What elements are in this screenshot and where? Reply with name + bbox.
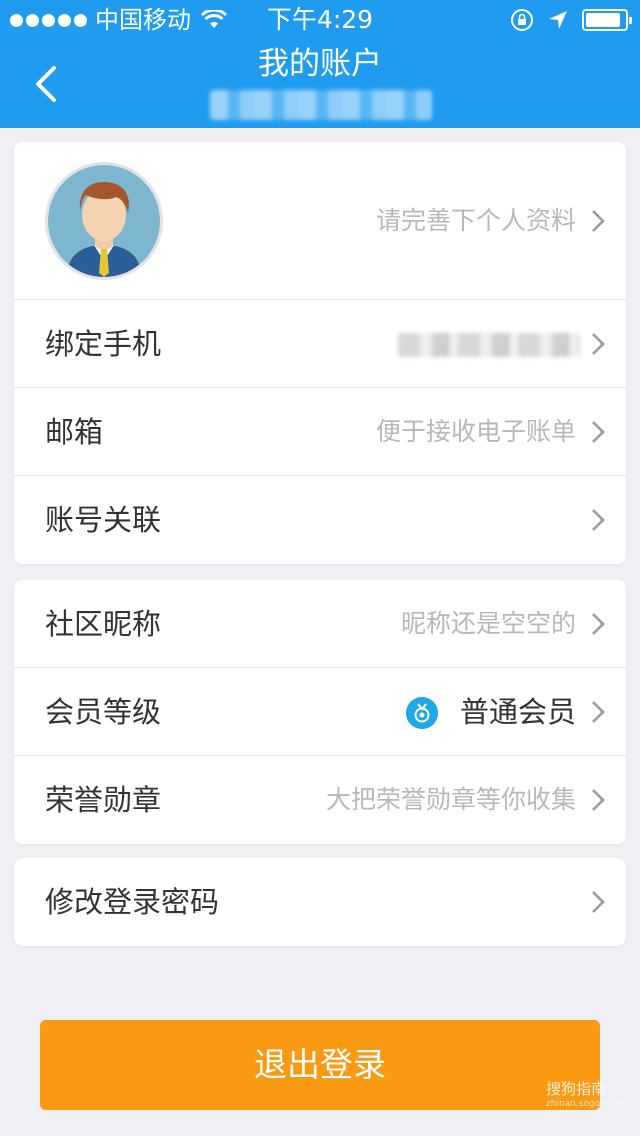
member-level-value: 普通会员 xyxy=(459,695,576,729)
row-label: 社区昵称 xyxy=(45,607,162,641)
chevron-right-icon xyxy=(592,509,605,531)
chevron-right-icon xyxy=(592,891,605,913)
chevron-right-icon xyxy=(592,333,605,355)
user-avatar-icon xyxy=(48,165,160,277)
security-card: 修改登录密码 xyxy=(14,858,626,946)
status-bar: 中国移动 下午4:29 xyxy=(0,0,640,40)
row-value: 大把荣誉勋章等你收集 xyxy=(325,785,576,814)
chevron-right-icon xyxy=(592,701,605,723)
avatar[interactable] xyxy=(45,162,163,280)
watermark-sub: zhinan.sogou.com xyxy=(546,1099,628,1109)
navigation-header: 中国移动 下午4:29 我的账户 xyxy=(0,0,640,128)
row-value: 便于接收电子账单 xyxy=(375,417,576,446)
change-password-row[interactable]: 修改登录密码 xyxy=(14,858,626,946)
row-label: 荣誉勋章 xyxy=(45,783,162,817)
row-label: 会员等级 xyxy=(45,695,162,729)
page-title: 我的账户 xyxy=(258,46,382,82)
bind-phone-row[interactable]: 绑定手机 xyxy=(14,300,626,388)
battery-icon xyxy=(582,9,632,31)
chevron-right-icon xyxy=(592,210,605,232)
row-label: 绑定手机 xyxy=(45,327,162,361)
chevron-right-icon xyxy=(592,789,605,811)
chevron-right-icon xyxy=(592,421,605,443)
profile-row[interactable]: 请完善下个人资料 xyxy=(14,142,626,300)
rotation-lock-icon xyxy=(511,9,533,31)
honor-badge-row[interactable]: 荣誉勋章 大把荣誉勋章等你收集 xyxy=(14,756,626,844)
row-value: 昵称还是空空的 xyxy=(400,609,576,638)
nickname-row[interactable]: 社区昵称 昵称还是空空的 xyxy=(14,580,626,668)
row-label: 修改登录密码 xyxy=(45,885,220,919)
logout-button[interactable]: 退出登录 xyxy=(40,1020,600,1110)
member-level-row[interactable]: 会员等级 普通会员 xyxy=(14,668,626,756)
location-icon xyxy=(549,11,567,29)
account-link-row[interactable]: 账号关联 xyxy=(14,476,626,564)
email-row[interactable]: 邮箱 便于接收电子账单 xyxy=(14,388,626,476)
row-label: 邮箱 xyxy=(45,415,104,449)
chevron-right-icon xyxy=(592,613,605,635)
watermark-text: 搜狗指南 xyxy=(546,1080,607,1098)
phone-number-redacted xyxy=(398,333,580,357)
profile-prompt: 请完善下个人资料 xyxy=(375,206,576,235)
watermark: 搜狗指南 zhinan.sogou.com xyxy=(546,1078,628,1109)
account-card: 请完善下个人资料 绑定手机 邮箱 便于接收电子账单 账号关联 xyxy=(14,142,626,564)
row-label: 账号关联 xyxy=(45,503,162,537)
account-id-redacted xyxy=(210,90,432,120)
medal-icon xyxy=(406,697,438,729)
community-card: 社区昵称 昵称还是空空的 会员等级 普通会员 荣誉勋章 大把荣誉勋章等你收集 xyxy=(14,580,626,844)
